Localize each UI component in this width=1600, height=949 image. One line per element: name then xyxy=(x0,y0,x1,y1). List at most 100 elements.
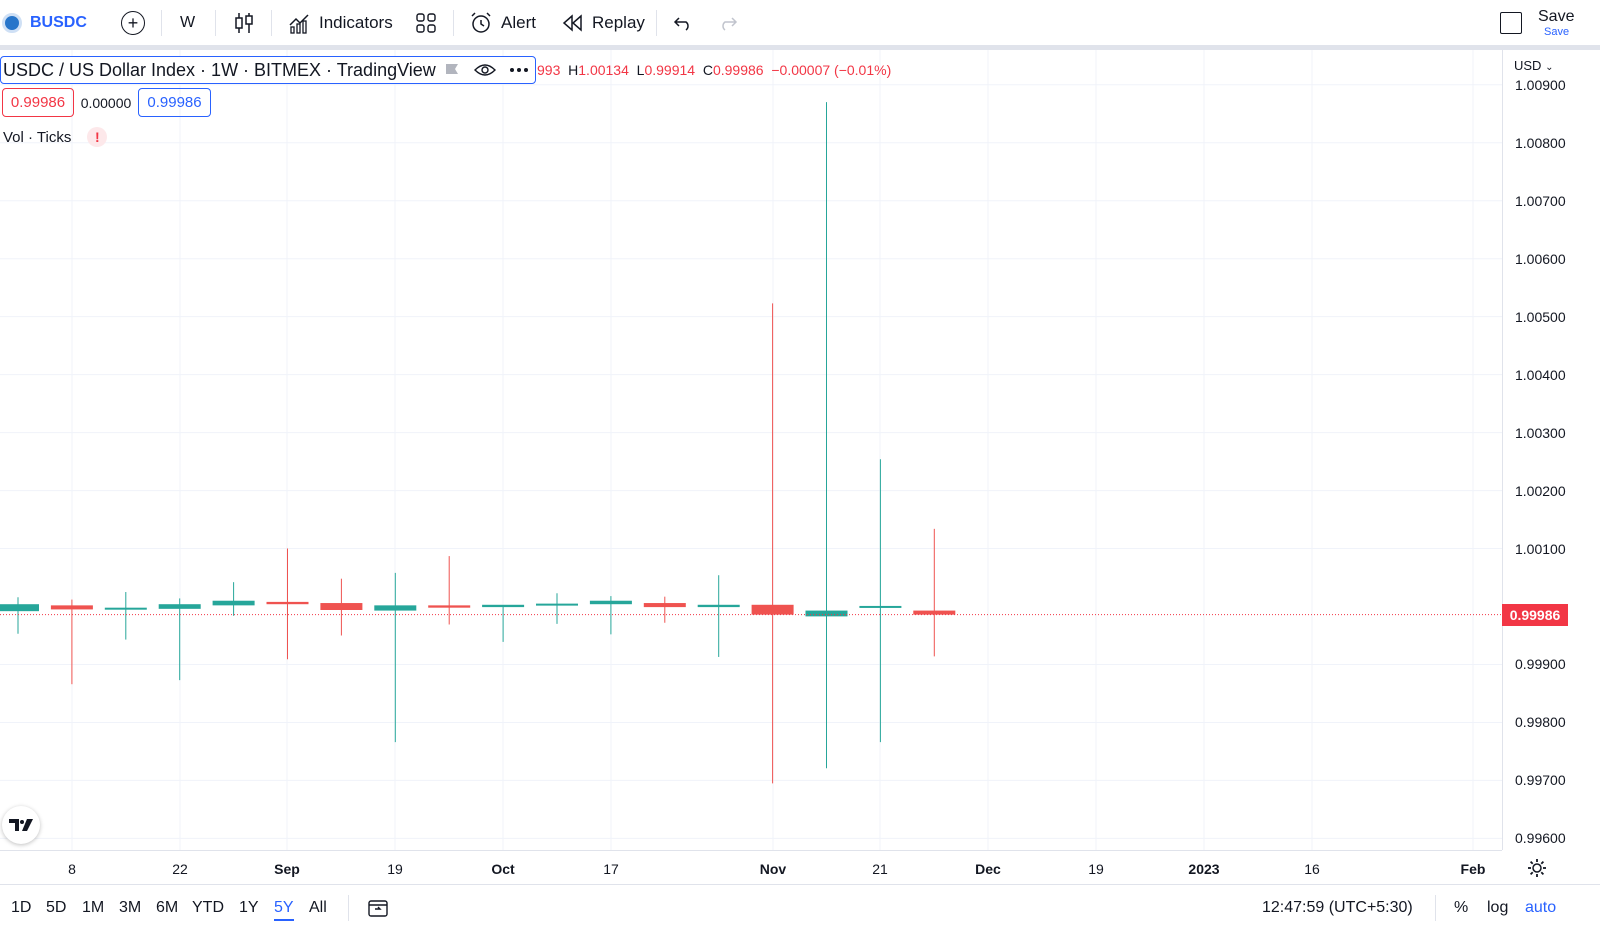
clock-timezone[interactable]: 12:47:59 (UTC+5:30) xyxy=(1262,899,1413,917)
bottom-toolbar: 1D 5D 1M 3M 6M YTD 1Y 5Y All 12:47:59 (UTC+5:30)… xyxy=(0,884,1600,949)
price-tick-label: 1.00200 xyxy=(1515,482,1566,499)
top-toolbar: BUSDC + W Indicators Alert Replay Save S… xyxy=(0,0,1600,46)
interval-button[interactable]: W xyxy=(180,0,195,46)
eye-icon[interactable] xyxy=(474,62,496,78)
replay-button[interactable]: Replay xyxy=(562,0,645,46)
tv-logo-mark xyxy=(9,819,33,831)
time-tick-label: 17 xyxy=(603,861,619,877)
candle-body[interactable] xyxy=(536,603,578,606)
percent-toggle[interactable]: % xyxy=(1454,899,1468,917)
price-tick-label: 1.00100 xyxy=(1515,540,1566,557)
redo-button[interactable] xyxy=(718,0,738,46)
compare-symbol-button[interactable]: + xyxy=(121,0,145,46)
range-button-6m[interactable]: 6M xyxy=(156,899,178,917)
flag-icon[interactable] xyxy=(444,62,460,78)
indicators-label: Indicators xyxy=(319,13,393,32)
candle-body[interactable] xyxy=(643,603,686,608)
toolbar-divider xyxy=(1435,895,1436,921)
volume-indicator-legend[interactable]: Vol · Ticks ! xyxy=(3,127,108,147)
range-button-3m[interactable]: 3M xyxy=(119,899,141,917)
legend-open-partial: 993 xyxy=(537,62,561,78)
interval-label: W xyxy=(180,14,196,31)
time-tick-label: Feb xyxy=(1460,861,1486,877)
indicators-icon xyxy=(289,14,309,34)
candle-body[interactable] xyxy=(320,603,363,610)
toolbar-divider xyxy=(215,10,216,36)
price-tick-label: 1.00800 xyxy=(1515,134,1566,151)
candles-series xyxy=(0,102,956,784)
range-button-1m[interactable]: 1M xyxy=(82,899,104,917)
buy-price-box[interactable]: 0.99986 xyxy=(138,88,211,117)
time-tick-label: 22 xyxy=(172,861,188,877)
candle-body[interactable] xyxy=(158,604,201,609)
alert-button[interactable]: Alert xyxy=(469,0,536,46)
undo-icon xyxy=(673,17,689,31)
time-axis[interactable]: 8 22 Sep 19 Oct 17 Nov 21 Dec 19 2023 16 Feb xyxy=(0,850,1502,884)
candle-body[interactable] xyxy=(50,605,93,610)
candle-body[interactable] xyxy=(482,604,525,608)
fullscreen-button[interactable] xyxy=(1500,0,1522,46)
trading-chart-app: BUSDC + W Indicators Alert Replay Save S… xyxy=(0,0,1600,949)
price-tick-label: 1.00300 xyxy=(1515,424,1566,441)
symbol-name: BUSDC xyxy=(30,14,87,31)
range-button-1y[interactable]: 1Y xyxy=(239,899,259,917)
candle-body[interactable] xyxy=(428,605,471,608)
range-button-5y[interactable]: 5Y xyxy=(274,899,294,921)
indicators-button[interactable]: Indicators xyxy=(289,0,393,46)
auto-scale-toggle[interactable]: auto xyxy=(1525,899,1556,917)
time-tick-label: 16 xyxy=(1304,861,1320,877)
candle-body[interactable] xyxy=(913,610,956,615)
price-tick-label: 0.99600 xyxy=(1515,830,1566,847)
candle-body[interactable] xyxy=(104,607,147,610)
goto-date-icon[interactable] xyxy=(367,897,389,919)
candles-icon xyxy=(235,13,253,33)
range-button-all[interactable]: All xyxy=(309,899,327,917)
legend-title-bar[interactable]: USDC / US Dollar Index · 1W · BITMEX · T… xyxy=(0,56,536,84)
toolbar-divider xyxy=(453,10,454,36)
sell-price-box[interactable]: 0.99986 xyxy=(2,88,74,117)
range-button-5d[interactable]: 5D xyxy=(46,899,66,917)
plus-circle-icon: + xyxy=(121,11,145,35)
grid-layout-icon xyxy=(416,13,436,33)
range-button-ytd[interactable]: YTD xyxy=(192,899,224,917)
candle-body[interactable] xyxy=(266,601,309,605)
candle-body[interactable] xyxy=(589,600,632,605)
candle-body[interactable] xyxy=(697,604,740,608)
save-sublabel: Save xyxy=(1544,26,1570,38)
legend-high-key: H xyxy=(568,62,579,78)
tradingview-logo-icon[interactable] xyxy=(2,806,40,844)
log-toggle[interactable]: log xyxy=(1487,899,1508,917)
legend-low: 0.99914 xyxy=(644,62,696,78)
alert-label: Alert xyxy=(501,13,536,32)
redo-icon xyxy=(722,17,738,31)
toolbar-divider xyxy=(348,895,349,921)
time-tick-label: 21 xyxy=(872,861,888,877)
square-icon xyxy=(1500,12,1522,34)
price-tick-label: 1.00900 xyxy=(1515,76,1566,93)
currency-label: USD xyxy=(1514,58,1542,73)
rewind-icon xyxy=(562,14,582,32)
toolbar-divider xyxy=(161,10,162,36)
candle-body[interactable] xyxy=(805,610,848,617)
range-button-1d[interactable]: 1D xyxy=(11,899,31,917)
undo-button[interactable] xyxy=(673,0,693,46)
save-button[interactable]: Save Save xyxy=(1538,0,1574,46)
price-chart[interactable] xyxy=(0,50,1502,850)
chart-type-button[interactable] xyxy=(233,0,255,46)
layouts-button[interactable] xyxy=(415,0,437,46)
price-tick-label: 1.00400 xyxy=(1515,366,1566,383)
replay-label: Replay xyxy=(592,13,645,32)
warning-icon[interactable]: ! xyxy=(87,127,108,147)
candle-body[interactable] xyxy=(374,605,417,611)
symbol-search-button[interactable]: BUSDC xyxy=(2,0,87,46)
candle-body[interactable] xyxy=(0,604,39,612)
candle-body[interactable] xyxy=(859,605,902,608)
currency-selector[interactable]: USD ⌄ xyxy=(1514,58,1553,73)
more-options-icon[interactable] xyxy=(509,67,529,73)
candle-body[interactable] xyxy=(212,600,255,606)
time-tick-label: 2023 xyxy=(1188,861,1220,877)
price-axis[interactable]: 1.00900 1.00800 1.00700 1.00600 1.00500 1.004… xyxy=(1502,50,1600,850)
settings-gear-icon[interactable] xyxy=(1527,858,1547,878)
candle-body[interactable] xyxy=(751,604,794,615)
legend-change: −0.00007 (−0.01%) xyxy=(771,62,892,78)
